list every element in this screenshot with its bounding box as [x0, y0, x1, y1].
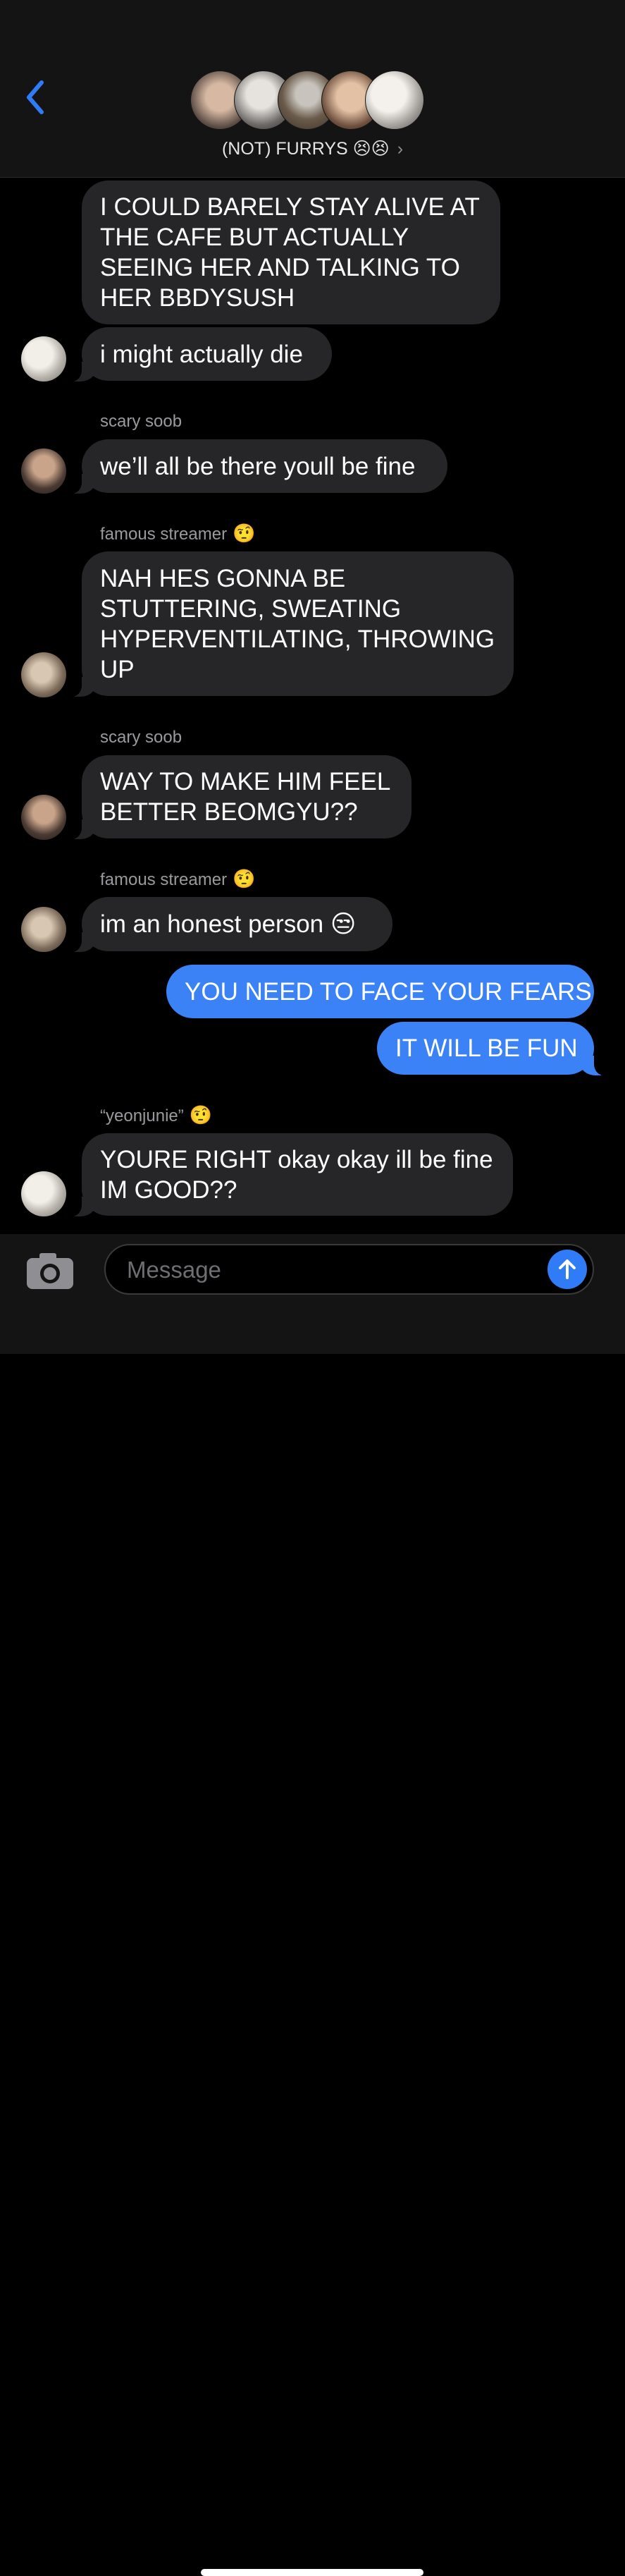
message-bubble-outgoing[interactable]: IT WILL BE FUN	[377, 1022, 604, 1075]
message-text: BETTER BEOMGYU??	[100, 798, 358, 826]
sender-name-label: scary soob	[100, 412, 182, 431]
send-button[interactable]	[547, 1250, 587, 1289]
sender-avatar[interactable]	[21, 336, 66, 381]
message-text: YOU NEED TO FACE YOUR FEARS	[185, 977, 592, 1006]
conversation-header: (NOT) FURRYS 😣😣 ›	[0, 0, 625, 178]
group-name[interactable]: (NOT) FURRYS 😣😣 ›	[0, 138, 625, 159]
message-text: im an honest person 😒	[100, 909, 374, 940]
home-indicator[interactable]	[201, 2569, 423, 2576]
message-composer	[0, 1234, 625, 2576]
message-text: i might actually die	[100, 340, 303, 368]
sender-name: scary soob	[100, 412, 182, 432]
sender-name-label: scary soob	[100, 728, 182, 747]
message-text: HYPERVENTILATING, THROWING	[100, 625, 495, 653]
sender-avatar[interactable]	[21, 652, 66, 697]
message-text: I COULD BARELY STAY ALIVE AT	[100, 193, 480, 221]
sender-name-label: famous streamer	[100, 525, 228, 544]
sender-emoji: 🤨	[233, 523, 256, 544]
sender-avatar[interactable]	[21, 1171, 66, 1216]
chevron-left-icon	[27, 80, 44, 114]
message-emoji: 😒	[330, 910, 357, 939]
message-text: SEEING HER AND TALKING TO	[100, 254, 460, 281]
message-text: WAY TO MAKE HIM FEEL	[100, 768, 391, 795]
chevron-right-icon: ›	[397, 139, 404, 159]
sender-name-label: famous streamer	[100, 870, 228, 889]
message-text: NAH HES GONNA BE	[100, 564, 346, 592]
message-input-container[interactable]	[104, 1244, 594, 1295]
message-bubble[interactable]: I COULD BARELY STAY ALIVE AT THE CAFE BU…	[82, 181, 500, 324]
back-button[interactable]	[21, 78, 49, 117]
sender-avatar[interactable]	[21, 907, 66, 952]
group-name-label: (NOT) FURRYS	[221, 139, 348, 159]
sender-name: scary soob	[100, 728, 182, 747]
sender-name: famous streamer 🤨	[100, 523, 255, 544]
message-text: YOURE RIGHT okay okay ill be fine	[100, 1145, 493, 1173]
message-text: THE CAFE BUT ACTUALLY	[100, 224, 409, 251]
sender-name-label: “yeonjunie”	[100, 1106, 184, 1125]
message-text: STUTTERING, SWEATING	[100, 594, 402, 623]
group-name-emoji: 😣😣	[352, 138, 390, 159]
message-bubble-outgoing[interactable]: YOU NEED TO FACE YOUR FEARS	[166, 965, 594, 1018]
arrow-up-icon	[559, 1259, 576, 1279]
camera-icon	[27, 1253, 73, 1289]
message-text: UP	[100, 655, 135, 683]
message-text: we’ll all be there youll be fine	[100, 452, 416, 480]
message-input[interactable]	[125, 1252, 523, 1288]
sender-emoji: 🤨	[189, 1105, 213, 1126]
sender-name: “yeonjunie” 🤨	[100, 1105, 212, 1126]
message-bubble[interactable]: YOURE RIGHT okay okay ill be fine IM GOO…	[72, 1133, 513, 1216]
message-bubble[interactable]: im an honest person 😒	[72, 897, 392, 952]
sender-avatar[interactable]	[21, 448, 66, 494]
camera-button[interactable]	[25, 1251, 75, 1290]
message-bubble[interactable]: NAH HES GONNA BE STUTTERING, SWEATING HY…	[72, 551, 514, 697]
sender-avatar[interactable]	[21, 795, 66, 840]
message-text: HER BBDYSUSH	[100, 284, 295, 312]
sender-name: famous streamer 🤨	[100, 869, 255, 890]
message-text: IM GOOD??	[100, 1176, 237, 1204]
message-text: IT WILL BE FUN	[395, 1034, 578, 1062]
message-bubble[interactable]: WAY TO MAKE HIM FEEL BETTER BEOMGYU??	[72, 755, 411, 839]
avatar	[365, 71, 424, 130]
message-bubble[interactable]: we’ll all be there youll be fine	[72, 439, 447, 494]
message-text-content: im an honest person	[100, 910, 324, 938]
message-bubble[interactable]: i might actually die	[72, 327, 332, 381]
sender-emoji: 🤨	[233, 869, 256, 890]
